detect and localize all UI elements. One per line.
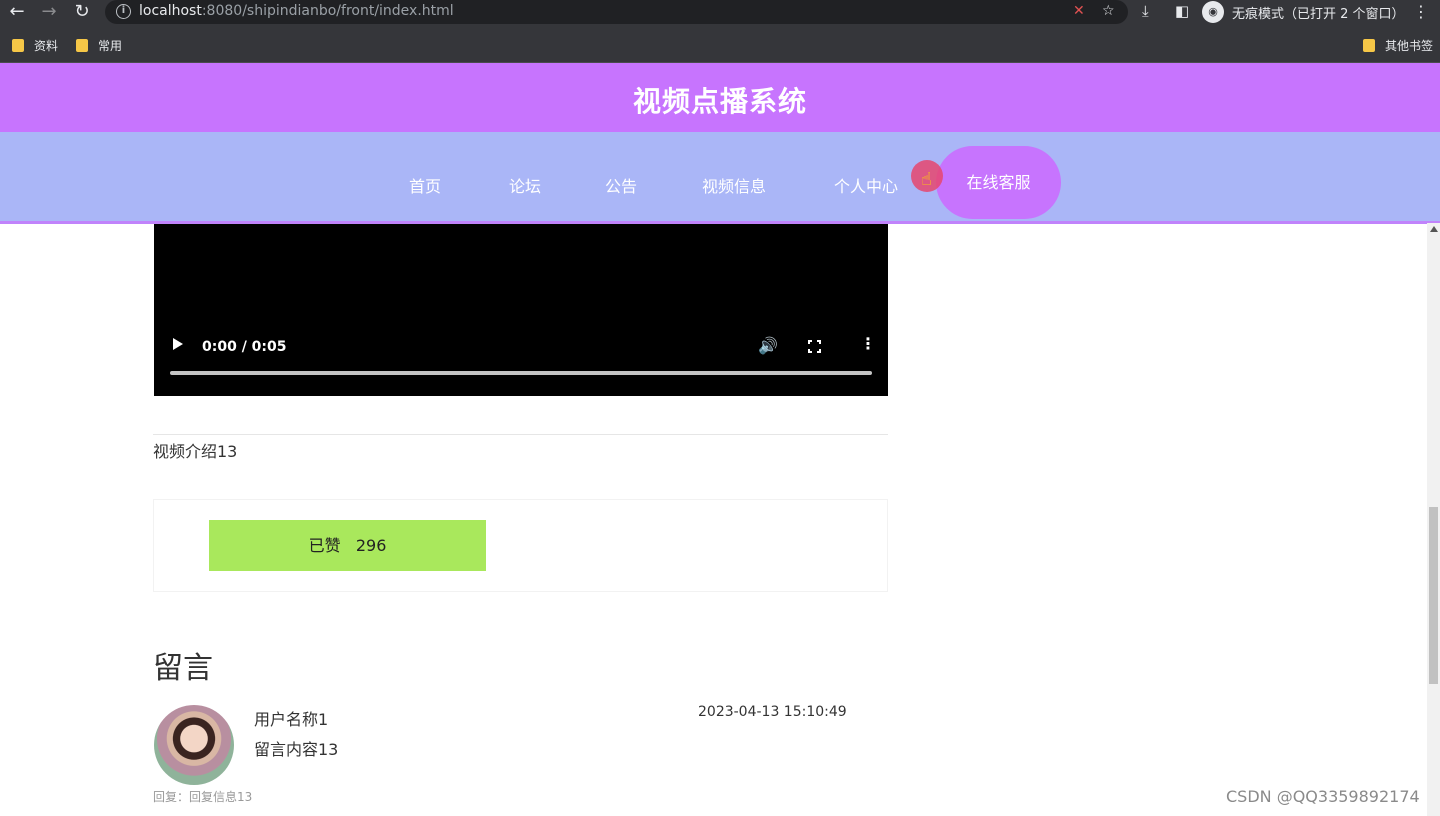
reload-icon[interactable]: ↻ [71, 2, 93, 24]
bookmark-label: 其他书签 [1385, 39, 1434, 53]
bookmark-folder-ziliao[interactable]: 资料 [12, 37, 58, 54]
page-scrollbar[interactable] [1427, 223, 1440, 816]
nav-home[interactable]: 首页 [409, 173, 441, 197]
back-icon[interactable]: ← [6, 2, 28, 24]
play-icon[interactable] [173, 338, 183, 350]
folder-icon [1363, 39, 1375, 52]
folder-icon [12, 39, 24, 52]
message-content: 留言内容13 [254, 740, 339, 759]
scroll-up-icon[interactable] [1430, 226, 1438, 232]
site-header: 视频点播系统 [0, 63, 1440, 132]
download-icon[interactable]: ⤓ [1142, 2, 1149, 20]
bookmark-folder-changyong[interactable]: 常用 [76, 37, 122, 54]
other-bookmarks[interactable]: 其他书签 [1363, 37, 1433, 54]
side-panel-icon[interactable]: ◧ [1175, 2, 1189, 20]
messages-title: 留言 [153, 651, 213, 686]
video-progress-bar[interactable] [170, 371, 872, 375]
message-reply: 回复：回复信息13 [153, 790, 253, 804]
url-text: localhost:8080/shipindianbo/front/index.… [139, 3, 454, 19]
incognito-label: 无痕模式（已打开 2 个窗口） [1232, 6, 1405, 22]
video-player[interactable]: 0:00 / 0:05 🔊 ⋮ [154, 224, 888, 396]
like-button[interactable]: 已赞 296 [209, 520, 486, 571]
nav-notice[interactable]: 公告 [605, 173, 637, 197]
page-viewport: 视频点播系统 首页 论坛 公告 视频信息 个人中心 在线客服 ☝ 0:00 / … [0, 63, 1440, 816]
browser-toolbar: ← → ↻ i localhost:8080/shipindianbo/fron… [0, 0, 1440, 25]
site-nav: 首页 论坛 公告 视频信息 个人中心 在线客服 [0, 132, 1440, 224]
fullscreen-icon[interactable] [807, 339, 822, 354]
incognito-icon: ◉ [1202, 1, 1224, 23]
bookmarks-bar: 资料 常用 其他书签 [0, 25, 1440, 63]
volume-icon[interactable]: 🔊 [758, 336, 778, 355]
forward-icon[interactable]: → [38, 2, 60, 24]
video-time: 0:00 / 0:05 [202, 339, 287, 355]
video-intro: 视频介绍13 [153, 442, 238, 461]
bookmark-label: 常用 [98, 39, 123, 53]
message-username: 用户名称1 [254, 710, 329, 729]
media-blocked-icon[interactable]: ✕ [1073, 3, 1085, 19]
nav-online-service[interactable]: 在线客服 [936, 146, 1061, 219]
message-time: 2023-04-13 15:10:49 [698, 704, 847, 720]
folder-icon [76, 39, 88, 52]
site-info-icon[interactable]: i [116, 4, 131, 19]
bookmark-star-icon[interactable]: ☆ [1102, 3, 1115, 19]
like-panel: 已赞 296 [153, 499, 888, 592]
nav-personal-center[interactable]: 个人中心 [834, 173, 898, 197]
address-bar[interactable]: i localhost:8080/shipindianbo/front/inde… [105, 0, 1128, 24]
more-options-icon[interactable]: ⋮ [860, 336, 876, 352]
hand-cursor-icon: ☝ [921, 169, 932, 190]
incognito-indicator[interactable]: ◉ 无痕模式（已打开 2 个窗口） [1202, 1, 1405, 23]
divider [153, 434, 888, 435]
bookmark-label: 资料 [34, 39, 59, 53]
nav-video-info[interactable]: 视频信息 [702, 173, 766, 197]
browser-menu-icon[interactable]: ⋮ [1413, 2, 1429, 21]
watermark: CSDN @QQ3359892174 [1226, 787, 1420, 806]
avatar [154, 705, 234, 785]
site-title: 视频点播系统 [632, 85, 807, 118]
nav-forum[interactable]: 论坛 [509, 173, 541, 197]
scrollbar-thumb[interactable] [1429, 507, 1438, 684]
